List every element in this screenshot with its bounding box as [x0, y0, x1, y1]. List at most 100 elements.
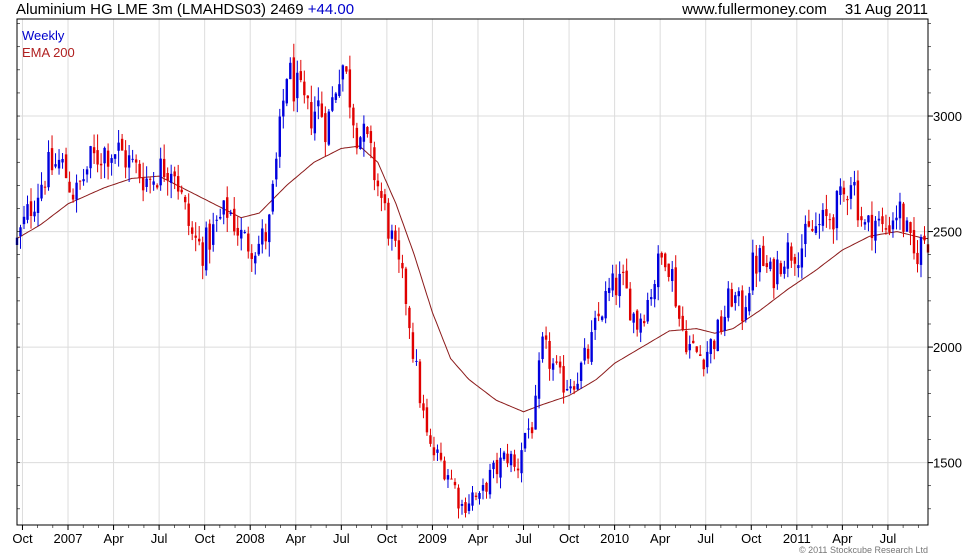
candle-body: [61, 158, 64, 163]
candle: [811, 220, 814, 232]
candle: [215, 215, 218, 232]
candle-body: [327, 111, 331, 145]
candle: [134, 154, 138, 174]
candle-body: [99, 163, 103, 166]
candle: [110, 154, 113, 176]
candle-body: [832, 217, 835, 230]
candle: [443, 456, 446, 481]
candle: [751, 239, 755, 296]
candle: [148, 176, 152, 194]
candle-body: [685, 330, 688, 353]
candle: [762, 236, 765, 267]
candle-body: [790, 246, 793, 261]
candle-body: [162, 158, 166, 178]
candle: [657, 245, 660, 301]
plot-frame: [16, 18, 929, 526]
candle-body: [818, 224, 821, 226]
candle: [352, 103, 355, 139]
candle: [306, 95, 310, 110]
candle: [849, 177, 853, 210]
candle-body: [176, 176, 180, 192]
candle-body: [709, 339, 712, 355]
candle: [222, 200, 225, 225]
candle: [734, 291, 737, 311]
candle-body: [628, 288, 632, 321]
candle: [36, 183, 40, 227]
candle-body: [450, 478, 453, 480]
candle: [282, 88, 285, 129]
candle: [271, 180, 274, 215]
candle: [54, 153, 57, 169]
candle-body: [800, 248, 804, 268]
candle-body: [152, 181, 155, 185]
candle-body: [604, 291, 607, 319]
candle-body: [145, 178, 148, 187]
candle-body: [341, 65, 345, 80]
candle: [737, 287, 740, 307]
candle-body: [713, 340, 716, 350]
candle-body: [797, 265, 800, 269]
candle-body: [106, 150, 110, 167]
candle-body: [495, 459, 499, 475]
candle-body: [141, 177, 145, 191]
candle: [481, 478, 485, 500]
candle: [317, 87, 320, 120]
candle: [190, 221, 194, 241]
candle: [730, 282, 733, 308]
candle: [96, 134, 99, 173]
candle-body: [660, 252, 663, 258]
candle: [835, 189, 839, 241]
candle-body: [190, 227, 194, 234]
candle-body: [194, 235, 197, 238]
candle-body: [436, 449, 439, 453]
candle-body: [254, 255, 257, 264]
candle-body: [334, 93, 338, 100]
candle-body: [180, 189, 183, 193]
candle-body: [625, 270, 628, 289]
candle: [366, 126, 369, 138]
candles: [15, 43, 930, 519]
candle: [748, 286, 751, 316]
candle: [807, 209, 811, 228]
candle: [373, 141, 376, 191]
candle: [22, 205, 26, 230]
candle: [229, 209, 232, 216]
candle: [106, 143, 110, 180]
candle-body: [807, 221, 811, 227]
candle-body: [523, 432, 527, 449]
candle: [713, 339, 716, 360]
candle: [75, 174, 78, 213]
legend-weekly: Weekly: [22, 28, 65, 43]
candle: [695, 346, 698, 354]
candle: [909, 221, 912, 246]
candle-body: [530, 427, 534, 434]
candle-body: [215, 219, 218, 221]
candle: [537, 352, 541, 409]
candle-body: [569, 386, 572, 389]
candle: [261, 219, 264, 254]
candle-body: [499, 457, 502, 478]
candle: [436, 444, 439, 461]
candle: [870, 201, 874, 251]
candle-body: [233, 208, 236, 232]
candle: [779, 260, 783, 277]
candle-body: [219, 216, 222, 219]
candle: [576, 372, 579, 391]
candle: [345, 66, 348, 74]
candle-body: [113, 154, 117, 159]
legend-ema: EMA 200: [22, 45, 75, 60]
candle: [71, 188, 75, 203]
x-tick-label: Jul: [333, 531, 350, 546]
candle: [842, 180, 846, 202]
candle: [50, 135, 54, 175]
candle-body: [310, 102, 313, 129]
x-tick-label: Jul: [697, 531, 714, 546]
candle: [797, 252, 800, 278]
candle-body: [173, 171, 176, 177]
candle-body: [657, 253, 660, 288]
candle: [425, 398, 429, 436]
candle: [895, 205, 898, 230]
candle: [404, 266, 408, 316]
candle: [474, 492, 478, 501]
candle: [299, 59, 303, 83]
